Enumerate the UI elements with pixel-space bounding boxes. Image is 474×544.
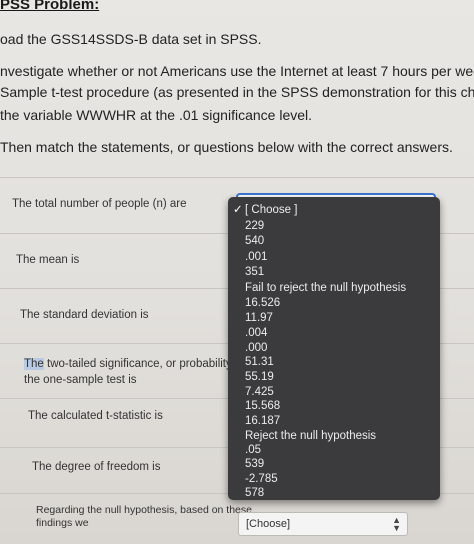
question-null-hypothesis-line2: findings we (36, 517, 89, 529)
quiz-page: PSS Problem: oad the GSS14SSDS-B data se… (0, 0, 474, 544)
dropdown-option[interactable]: -2.785 (245, 472, 278, 486)
question-significance-line2: the one-sample test is (24, 374, 137, 386)
instruction-investigate: nvestigate whether or not Americans use … (0, 63, 474, 79)
dropdown-option[interactable]: 15.568 (245, 399, 280, 413)
highlighted-word: The (24, 358, 44, 370)
up-down-arrows-icon: ▲ ▼ (392, 515, 401, 533)
question-mean: The mean is (16, 254, 80, 266)
dropdown-option[interactable]: 578 (245, 486, 264, 500)
question-significance-text: two-tailed significance, or probability … (43, 358, 245, 370)
answer-dropdown-menu: ✓[ Choose ] 229 540 .001 351 Fail to rej… (228, 197, 440, 500)
question-sample-size: The total number of people (n) are (12, 198, 187, 210)
divider (0, 177, 474, 178)
dropdown-option[interactable]: 16.526 (245, 296, 280, 310)
question-significance: The two-tailed significance, or probabil… (24, 357, 245, 371)
select-value: [Choose] (246, 518, 291, 530)
dropdown-option[interactable]: .004 (245, 326, 267, 340)
dropdown-option[interactable]: 16.187 (245, 414, 280, 428)
dropdown-option[interactable]: 11.97 (245, 311, 273, 325)
problem-heading: PSS Problem: (0, 0, 100, 13)
dropdown-option[interactable]: .001 (245, 250, 267, 264)
dropdown-option[interactable]: 7.425 (245, 385, 274, 399)
dropdown-option[interactable]: .05 (245, 443, 261, 457)
dropdown-option[interactable]: 51.31 (245, 355, 274, 369)
instruction-load-data: oad the GSS14SSDS-B data set in SPSS. (0, 31, 262, 47)
question-t-statistic: The calculated t-statistic is (28, 410, 163, 422)
dropdown-option[interactable]: 540 (245, 234, 264, 248)
null-hypothesis-select[interactable]: [Choose] ▲ ▼ (238, 512, 408, 536)
dropdown-option[interactable]: 351 (245, 265, 264, 279)
dropdown-option[interactable]: 55.19 (245, 370, 274, 384)
question-std-dev: The standard deviation is (20, 309, 149, 321)
dropdown-option[interactable]: Reject the null hypothesis (245, 429, 376, 443)
checkmark-icon: ✓ (233, 204, 243, 216)
instruction-match: Then match the statements, or questions … (0, 139, 453, 155)
dropdown-option[interactable]: .000 (245, 341, 267, 355)
dropdown-option[interactable]: 229 (245, 219, 264, 233)
instruction-variable: the variable WWWHR at the .01 significan… (0, 107, 313, 123)
question-degrees-of-freedom: The degree of freedom is (32, 461, 161, 473)
dropdown-option[interactable]: Fail to reject the null hypothesis (245, 281, 406, 295)
instruction-procedure: Sample t-test procedure (as presented in… (0, 84, 474, 100)
dropdown-option-selected[interactable]: ✓[ Choose ] (233, 203, 297, 217)
question-null-hypothesis: Regarding the null hypothesis, based on … (36, 504, 252, 516)
dropdown-option[interactable]: 539 (245, 457, 264, 471)
